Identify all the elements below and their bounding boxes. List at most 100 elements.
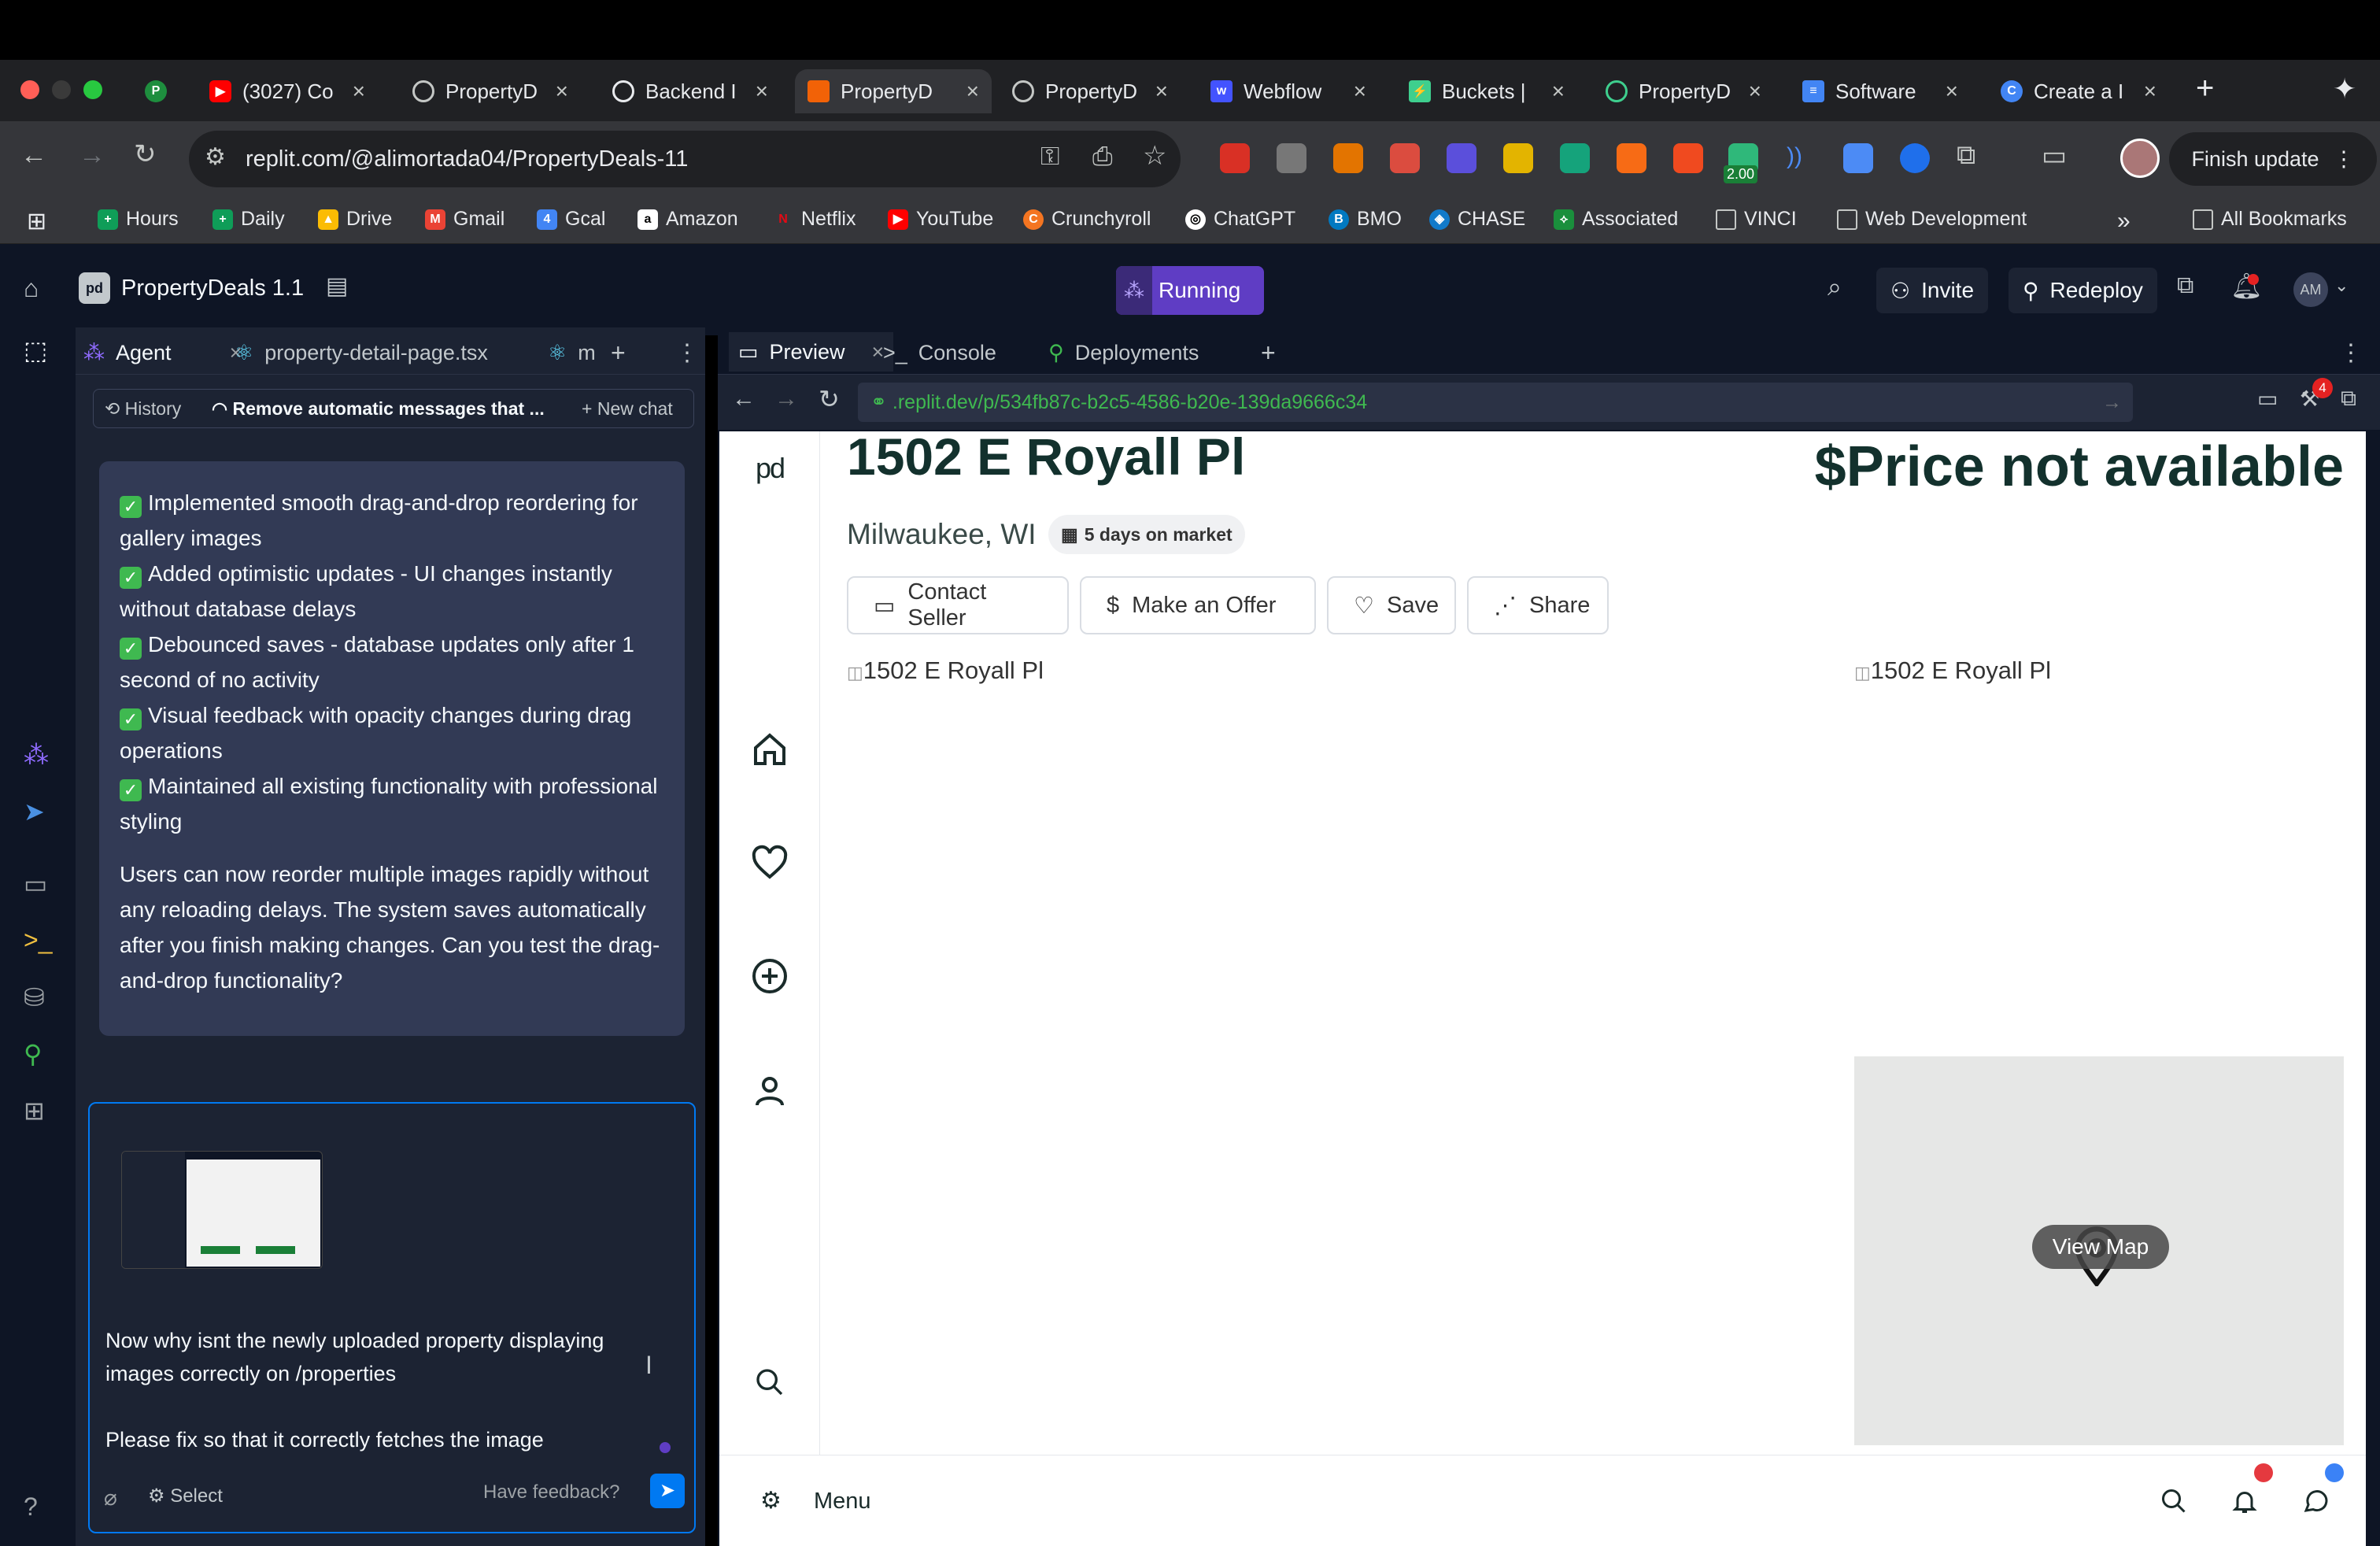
make-offer-button[interactable]: $ Make an Offer xyxy=(1080,576,1316,634)
preview-url-input[interactable]: ⚭ .replit.dev/p/534fb87c-b2c5-4586-b20e-… xyxy=(858,383,2133,422)
back-icon[interactable]: ← xyxy=(20,140,47,171)
browser-tab[interactable]: ▶ (3027) Co × xyxy=(197,69,378,113)
address-bar[interactable]: ⚙ replit.com/@alimortada04/PropertyDeals… xyxy=(189,131,1181,187)
search-icon[interactable]: ⌕ xyxy=(1828,272,1842,302)
extension-icon[interactable] xyxy=(1220,143,1250,173)
bookmark-folder[interactable]: Web Development xyxy=(1837,208,2027,231)
search-icon[interactable] xyxy=(754,1367,785,1398)
minimize-window-button[interactable] xyxy=(52,80,71,99)
tab-console[interactable]: >_ Console xyxy=(883,335,996,370)
extension-icon[interactable] xyxy=(1843,143,1873,173)
back-icon[interactable]: ← xyxy=(732,386,756,412)
search-icon[interactable] xyxy=(2160,1487,2188,1515)
bookmark[interactable]: ◎ ChatGPT xyxy=(1185,208,1295,231)
extension-icon[interactable] xyxy=(1277,143,1306,173)
bookmark-folder[interactable]: VINCI xyxy=(1716,208,1797,231)
browser-tab[interactable]: PropertyD × xyxy=(1000,69,1181,113)
add-tab-icon[interactable]: + xyxy=(611,335,626,370)
tab-close-icon[interactable]: × xyxy=(1749,79,1761,104)
attached-screenshot-thumbnail[interactable] xyxy=(121,1151,323,1269)
maximize-window-button[interactable] xyxy=(83,80,102,99)
bookmark[interactable]: B BMO xyxy=(1329,208,1402,231)
view-map-button[interactable]: View Map xyxy=(2032,1225,2169,1269)
all-tools-icon[interactable]: ⊞ xyxy=(24,1096,45,1126)
gemini-icon[interactable]: ✦ xyxy=(2333,72,2356,105)
bookmark[interactable]: ◈ CHASE xyxy=(1429,208,1525,231)
pen-icon[interactable] xyxy=(1617,143,1646,173)
database-icon[interactable]: ⛁ xyxy=(24,982,45,1012)
console-icon[interactable]: >_ xyxy=(24,926,52,955)
share-window-icon[interactable]: ⧉ xyxy=(2177,272,2193,299)
bookmark[interactable]: ⟡ Associated xyxy=(1554,208,1678,231)
apps-grid-icon[interactable]: ⊞ xyxy=(27,208,46,235)
tab-overflow[interactable]: ⚛ m xyxy=(548,335,596,370)
browser-tab-active[interactable]: PropertyD × xyxy=(795,69,992,113)
todoist-icon[interactable] xyxy=(1390,143,1420,173)
heart-icon[interactable] xyxy=(751,844,789,882)
bookmark-star-icon[interactable]: ☆ xyxy=(1143,140,1166,172)
bookmark[interactable]: a Amazon xyxy=(638,208,738,231)
send-button[interactable]: ➤ xyxy=(650,1474,685,1508)
bookmark[interactable]: + Daily xyxy=(213,208,285,231)
wave-icon[interactable]: )) xyxy=(1787,143,1816,173)
gear-icon[interactable]: ⚙ xyxy=(760,1487,782,1515)
tab-agent[interactable]: ⁂ Agent × xyxy=(83,335,242,370)
more-bookmarks-icon[interactable]: » xyxy=(2117,208,2131,235)
bookmark[interactable]: N Netflix xyxy=(773,208,856,231)
bookmark[interactable]: M Gmail xyxy=(425,208,504,231)
bookmark[interactable]: C Crunchyroll xyxy=(1023,208,1151,231)
agent-icon[interactable]: ⁂ xyxy=(24,740,49,770)
tab-close-icon[interactable]: × xyxy=(353,79,365,104)
devices-icon[interactable]: ▭ xyxy=(2257,386,2278,412)
forward-icon[interactable]: → xyxy=(774,386,798,412)
tab-preview[interactable]: ▭ Preview × xyxy=(729,332,894,372)
reload-icon[interactable]: ↻ xyxy=(819,384,840,414)
tab-close-icon[interactable]: × xyxy=(756,79,768,104)
history-button[interactable]: ⟲ History xyxy=(105,398,181,420)
close-window-button[interactable] xyxy=(20,80,39,99)
bookmark[interactable]: + Hours xyxy=(98,208,179,231)
file-tree-icon[interactable]: ⬚ xyxy=(24,335,47,365)
app-logo[interactable]: pd xyxy=(741,452,798,491)
tab-close-icon[interactable]: × xyxy=(2144,79,2156,104)
broken-image-side[interactable]: ◫1502 E Royall Pl xyxy=(1854,656,2051,685)
bookmark[interactable]: 4 Gcal xyxy=(537,208,605,231)
open-new-tab-icon[interactable]: ⧉ xyxy=(2341,386,2356,412)
finish-update-button[interactable]: Finish update ⋮ xyxy=(2169,132,2377,186)
home-icon[interactable]: ⌂ xyxy=(24,274,39,303)
tab-close-icon[interactable]: × xyxy=(1354,79,1366,104)
run-status-button[interactable]: ⁂ Running xyxy=(1116,266,1264,315)
add-circle-icon[interactable] xyxy=(751,957,789,995)
browser-tab[interactable]: PropertyD × xyxy=(400,69,581,113)
more-vert-icon[interactable]: ⋮ xyxy=(2339,335,2363,370)
side-panel-icon[interactable]: ▭ xyxy=(2042,140,2067,172)
tab-close-icon[interactable]: × xyxy=(1552,79,1565,104)
user-icon[interactable] xyxy=(751,1072,789,1110)
tab-deployments[interactable]: ⚲ Deployments xyxy=(1048,335,1199,370)
chat-icon[interactable] xyxy=(2301,1487,2330,1515)
tab-file[interactable]: ⚛ property-detail-page.tsx xyxy=(235,335,488,370)
puzzle-icon[interactable]: ⧉ xyxy=(1957,140,1975,171)
go-icon[interactable]: → xyxy=(2102,383,2122,422)
all-bookmarks-folder[interactable]: All Bookmarks xyxy=(2193,208,2347,231)
password-key-icon[interactable]: ⚿ xyxy=(1040,142,1059,172)
tab-close-icon[interactable]: × xyxy=(556,79,568,104)
browser-tab[interactable]: ⚡ Buckets | × xyxy=(1396,69,1577,113)
home-icon[interactable] xyxy=(751,730,789,768)
bell-icon[interactable] xyxy=(2230,1487,2259,1515)
preview-icon[interactable]: ▭ xyxy=(24,869,47,899)
user-avatar[interactable]: AM xyxy=(2293,272,2328,307)
tab-close-icon[interactable]: × xyxy=(872,340,885,364)
bookmark[interactable]: ▶ YouTube xyxy=(888,208,993,231)
extension-icon[interactable] xyxy=(1900,143,1930,173)
feedback-link[interactable]: Have feedback? xyxy=(483,1481,619,1503)
assistant-icon[interactable]: ➤ xyxy=(24,797,45,827)
attach-icon[interactable]: ⌀ xyxy=(104,1485,117,1511)
extension-icon[interactable]: 2.00 xyxy=(1724,143,1758,183)
bell-icon[interactable]: 🔔︎ xyxy=(2230,271,2263,301)
profile-avatar[interactable] xyxy=(2120,139,2160,178)
browser-tab[interactable]: C Create a I × xyxy=(1988,69,2169,113)
chevron-down-icon[interactable]: ⌄ xyxy=(2334,276,2349,296)
chat-input[interactable]: Now why isnt the newly uploaded property… xyxy=(88,1102,696,1533)
extension-icon[interactable] xyxy=(1560,143,1590,173)
